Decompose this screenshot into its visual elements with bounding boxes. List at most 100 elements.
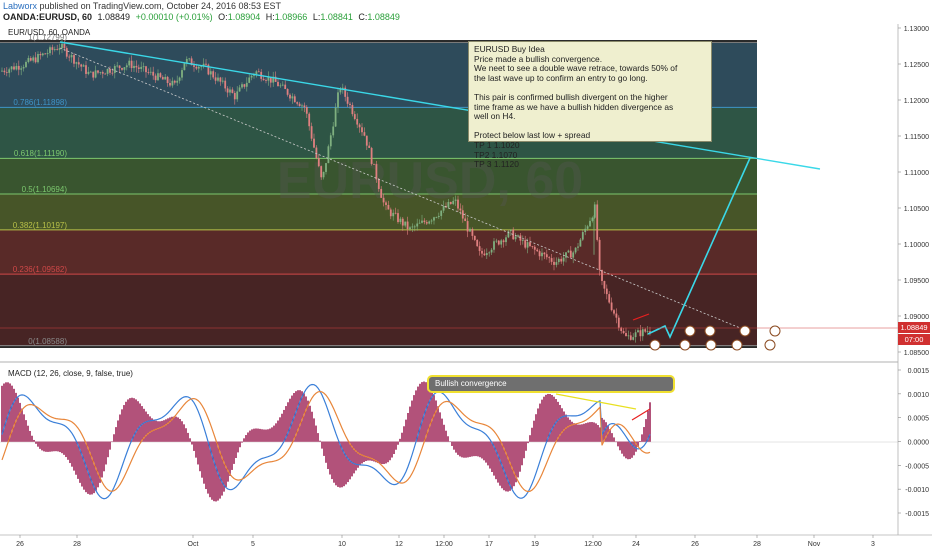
histogram-bar — [21, 408, 23, 442]
idea-note-line: well on H4. — [474, 111, 516, 122]
candle-body — [500, 240, 503, 245]
event-marker[interactable] — [679, 339, 691, 351]
event-marker[interactable] — [705, 339, 717, 351]
candle-body — [61, 43, 63, 49]
histogram-bar — [257, 428, 259, 442]
histogram-bar — [245, 435, 247, 442]
histogram-bar — [261, 429, 263, 442]
histogram-bar — [361, 441, 363, 464]
histogram-bar — [619, 441, 621, 451]
candle-body — [106, 68, 109, 74]
candle-body — [349, 103, 351, 105]
candle-body — [524, 240, 527, 248]
candle-body — [380, 188, 383, 198]
candle-body — [541, 252, 543, 257]
candle-body — [632, 337, 635, 340]
price-legend: EUR/USD, 60, OANDA — [8, 28, 91, 37]
candle-body — [411, 226, 414, 228]
histogram-bar — [127, 399, 129, 442]
histogram-bar — [53, 441, 55, 452]
histogram-bar — [465, 441, 467, 458]
macd-tick-label: -0.0015 — [905, 511, 929, 518]
histogram-bar — [269, 428, 271, 442]
convergence-annotation[interactable]: Bullish convergence — [427, 375, 675, 393]
candle-body — [1, 70, 3, 72]
idea-note[interactable]: EURUSD Buy Idea Price made a bullish conv… — [468, 41, 712, 169]
candle-body — [173, 80, 176, 83]
candle-body — [75, 62, 78, 64]
candle-body — [334, 107, 337, 127]
histogram-bar — [203, 441, 205, 484]
time-axis[interactable] — [0, 535, 932, 550]
candle-body — [128, 60, 131, 66]
histogram-bar — [211, 441, 213, 500]
histogram-bar — [329, 441, 331, 475]
candle-body — [569, 250, 572, 258]
histogram-bar — [403, 426, 405, 442]
histogram-bar — [235, 441, 237, 459]
candle-body — [385, 202, 387, 205]
event-marker[interactable] — [649, 339, 661, 351]
histogram-bar — [155, 420, 157, 442]
candle-body — [495, 240, 498, 242]
fib-label: 0.5(1.10694) — [21, 185, 67, 195]
histogram-bar — [353, 441, 355, 474]
histogram-bar — [325, 441, 327, 463]
event-marker[interactable] — [764, 339, 776, 351]
histogram-bar — [277, 420, 279, 442]
candle-body — [521, 240, 524, 241]
candle-body — [183, 63, 186, 71]
histogram-bar — [61, 441, 63, 454]
candle-body — [125, 65, 128, 68]
histogram-bar — [233, 441, 235, 464]
event-marker[interactable] — [684, 325, 696, 337]
histogram-bar — [213, 441, 215, 502]
histogram-bar — [485, 441, 487, 463]
histogram-bar — [435, 400, 437, 442]
time-tick-label: 24 — [632, 541, 640, 548]
candle-body — [562, 257, 565, 262]
candle-body — [181, 70, 183, 78]
candle-body — [497, 240, 500, 245]
histogram-bar — [135, 399, 137, 442]
time-tick-label: 12 — [395, 541, 403, 548]
histogram-bar — [639, 440, 641, 442]
candle-body — [20, 68, 23, 70]
candle-body — [65, 48, 68, 57]
histogram-bar — [471, 441, 473, 457]
histogram-bar — [201, 441, 203, 478]
candle-body — [365, 135, 368, 146]
event-marker[interactable] — [739, 325, 751, 337]
candle-body — [8, 69, 11, 73]
candle-body — [454, 199, 457, 201]
candle-body — [130, 60, 133, 69]
histogram-bar — [151, 418, 153, 442]
histogram-bar — [157, 421, 159, 442]
candle-body — [325, 163, 327, 172]
candle-body — [502, 240, 505, 243]
histogram-bar — [487, 441, 489, 466]
candle-body — [195, 66, 198, 69]
histogram-bar — [31, 435, 33, 442]
histogram-bar — [215, 441, 217, 502]
histogram-bar — [551, 394, 553, 442]
candle-body — [591, 217, 594, 221]
candle-body — [416, 223, 419, 227]
histogram-bar — [531, 427, 533, 442]
candle-body — [327, 146, 330, 164]
candle-body — [473, 235, 476, 240]
time-tick-label: 17 — [485, 541, 493, 548]
chart-canvas[interactable]: EURUSD, 60 1.130001.125001.120001.115001… — [0, 0, 932, 550]
candle-body — [140, 66, 143, 69]
histogram-bar — [41, 441, 43, 451]
histogram-bar — [189, 438, 191, 442]
event-marker[interactable] — [731, 339, 743, 351]
histogram-bar — [177, 417, 179, 442]
histogram-bar — [335, 441, 337, 486]
candle-body — [601, 270, 603, 282]
candle-body — [262, 78, 265, 81]
histogram-bar — [59, 441, 61, 453]
event-marker[interactable] — [704, 325, 716, 337]
histogram-bar — [17, 397, 19, 442]
event-marker[interactable] — [769, 325, 781, 337]
